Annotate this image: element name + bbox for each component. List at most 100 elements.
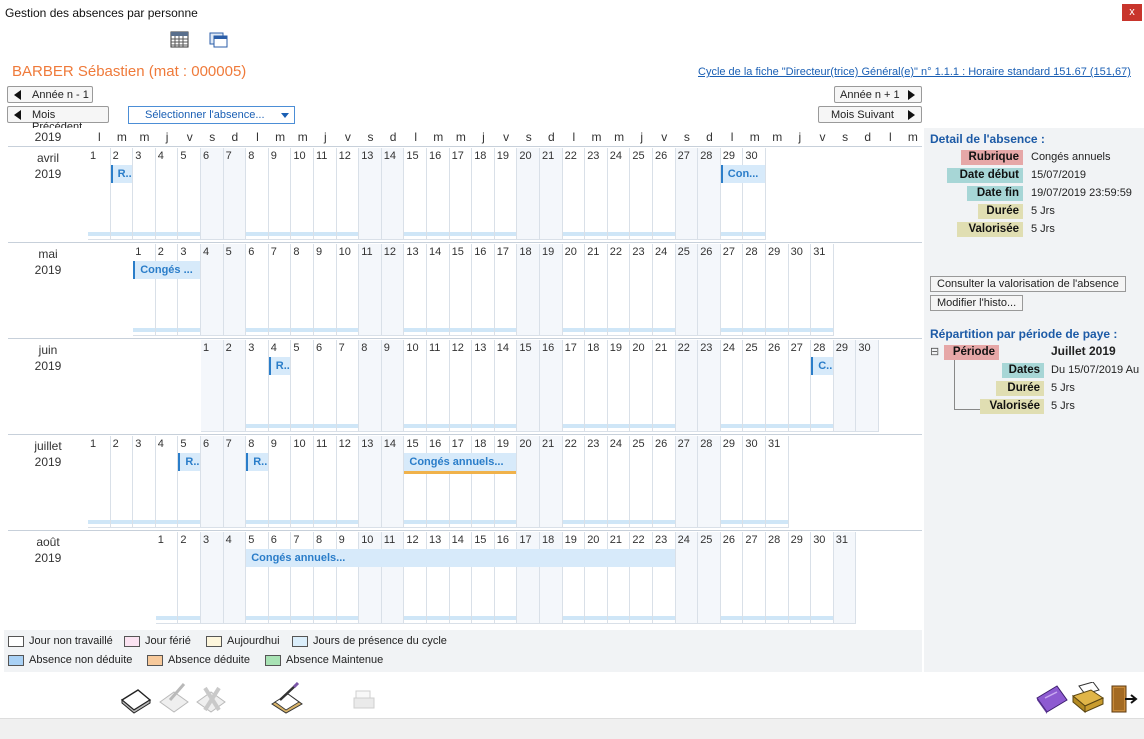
day-cell[interactable]: 20 [562, 244, 586, 336]
day-cell[interactable]: 30 [856, 340, 879, 432]
day-cell[interactable]: 26 [653, 436, 676, 528]
day-cell[interactable]: 9 [314, 244, 337, 336]
day-cell[interactable]: 2 [110, 148, 134, 240]
day-cell[interactable]: 5 [178, 436, 201, 528]
window-copy-icon[interactable] [208, 31, 228, 49]
day-cell[interactable]: 7 [223, 436, 247, 528]
day-cell[interactable]: 9 [268, 148, 292, 240]
day-cell[interactable]: 13 [404, 244, 427, 336]
day-cell[interactable]: 19 [562, 532, 586, 624]
day-cell[interactable]: 18 [517, 244, 540, 336]
tree-collapse-icon[interactable]: ⊟ [930, 345, 939, 358]
day-cell[interactable]: 30 [788, 244, 812, 336]
day-cell[interactable]: 12 [449, 340, 473, 432]
day-cell[interactable]: 10 [336, 244, 360, 336]
absence-bar[interactable]: Congés ... [133, 261, 200, 279]
day-cell[interactable]: 29 [833, 340, 857, 432]
day-cell[interactable]: 13 [427, 532, 450, 624]
day-cell[interactable]: 2 [110, 436, 134, 528]
day-cell[interactable]: 17 [562, 340, 586, 432]
day-cell[interactable]: 7 [336, 340, 360, 432]
day-cell[interactable]: 20 [630, 340, 653, 432]
day-cell[interactable]: 4 [155, 148, 179, 240]
day-cell[interactable]: 14 [449, 532, 473, 624]
absence-bar[interactable]: R... [178, 453, 200, 471]
day-cell[interactable]: 10 [291, 436, 314, 528]
day-cell[interactable]: 26 [653, 148, 676, 240]
day-cell[interactable]: 14 [494, 340, 518, 432]
day-cell[interactable]: 26 [698, 244, 721, 336]
day-cell[interactable]: 17 [449, 148, 473, 240]
day-cell[interactable]: 17 [517, 532, 540, 624]
day-cell[interactable]: 27 [720, 244, 744, 336]
day-cell[interactable]: 4 [155, 436, 179, 528]
day-cell[interactable]: 7 [291, 532, 314, 624]
day-cell[interactable]: 18 [472, 436, 495, 528]
modify-histo-button[interactable]: Modifier l'histo... [930, 295, 1024, 311]
day-cell[interactable]: 29 [720, 436, 744, 528]
day-cell[interactable]: 18 [540, 532, 563, 624]
day-cell[interactable]: 4 [268, 340, 292, 432]
day-cell[interactable]: 22 [630, 532, 653, 624]
day-cell[interactable]: 8 [291, 244, 314, 336]
day-cell[interactable]: 15 [472, 532, 495, 624]
day-cell[interactable]: 16 [540, 340, 563, 432]
day-cell[interactable]: 3 [133, 148, 156, 240]
day-cell[interactable]: 2 [178, 532, 201, 624]
day-cell[interactable]: 3 [178, 244, 201, 336]
day-cell[interactable]: 17 [449, 436, 473, 528]
day-cell[interactable]: 15 [404, 148, 427, 240]
day-cell[interactable]: 23 [630, 244, 653, 336]
day-cell[interactable]: 30 [811, 532, 834, 624]
day-cell[interactable]: 22 [675, 340, 699, 432]
print-disabled-icon[interactable] [352, 690, 376, 713]
print-icon[interactable] [1071, 681, 1105, 717]
day-cell[interactable]: 6 [201, 436, 224, 528]
day-cell[interactable]: 14 [427, 244, 450, 336]
day-cell[interactable]: 1 [133, 244, 156, 336]
day-cell[interactable]: 27 [675, 436, 699, 528]
day-cell[interactable]: 24 [607, 436, 631, 528]
previous-month-button[interactable]: Mois Précédent [7, 106, 109, 133]
day-cell[interactable]: 29 [766, 244, 789, 336]
day-cell[interactable]: 14 [381, 436, 405, 528]
day-cell[interactable]: 25 [743, 340, 766, 432]
day-cell[interactable]: 16 [472, 244, 495, 336]
day-cell[interactable]: 22 [607, 244, 631, 336]
day-cell[interactable]: 2 [155, 244, 179, 336]
calendar-grid-icon[interactable] [170, 31, 190, 49]
day-cell[interactable]: 31 [833, 532, 857, 624]
next-year-button[interactable]: Année n + 1 [834, 86, 922, 103]
day-cell[interactable]: 27 [788, 340, 812, 432]
day-cell[interactable]: 9 [336, 532, 360, 624]
day-cell[interactable]: 5 [178, 148, 201, 240]
day-cell[interactable]: 1 [88, 436, 111, 528]
day-cell[interactable]: 31 [766, 436, 789, 528]
day-cell[interactable]: 3 [201, 532, 224, 624]
day-cell[interactable]: 7 [268, 244, 292, 336]
day-cell[interactable]: 18 [585, 340, 608, 432]
day-cell[interactable]: 15 [449, 244, 473, 336]
day-cell[interactable]: 6 [268, 532, 292, 624]
day-cell[interactable]: 8 [314, 532, 337, 624]
new-document-icon[interactable] [120, 684, 152, 717]
absence-bar[interactable]: Congés annuels... [246, 549, 675, 567]
day-cell[interactable]: 16 [427, 148, 450, 240]
day-cell[interactable]: 6 [314, 340, 337, 432]
day-cell[interactable]: 30 [743, 148, 766, 240]
day-cell[interactable]: 13 [472, 340, 495, 432]
day-cell[interactable]: 20 [517, 436, 540, 528]
day-cell[interactable]: 25 [675, 244, 699, 336]
day-cell[interactable]: 27 [675, 148, 699, 240]
day-cell[interactable]: 28 [698, 436, 721, 528]
day-cell[interactable]: 19 [607, 340, 631, 432]
day-cell[interactable]: 8 [246, 436, 269, 528]
day-cell[interactable]: 11 [359, 244, 382, 336]
day-cell[interactable]: 24 [675, 532, 699, 624]
day-cell[interactable]: 28 [743, 244, 766, 336]
day-cell[interactable]: 6 [246, 244, 269, 336]
day-cell[interactable]: 12 [336, 148, 360, 240]
day-cell[interactable]: 25 [630, 436, 653, 528]
day-cell[interactable]: 5 [291, 340, 314, 432]
day-cell[interactable]: 19 [494, 148, 518, 240]
